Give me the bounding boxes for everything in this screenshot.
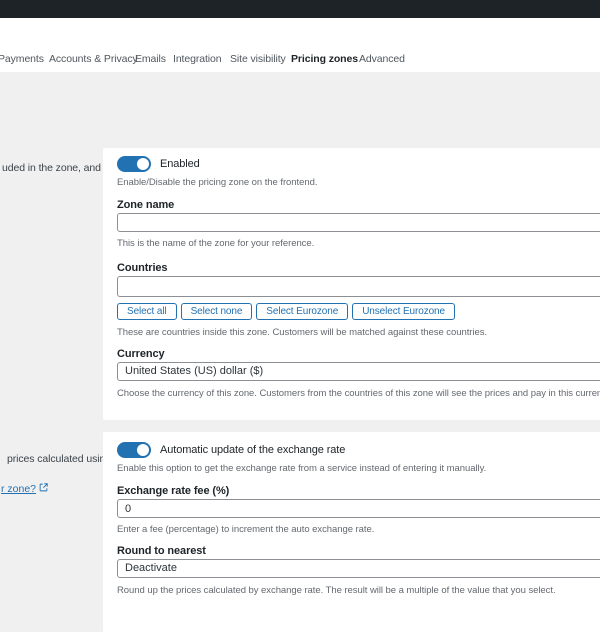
tab-site-visibility[interactable]: Site visibility xyxy=(230,53,286,72)
enabled-toggle[interactable] xyxy=(117,156,151,172)
currency-select[interactable]: United States (US) dollar ($) xyxy=(117,362,600,381)
help-link-label: r zone? xyxy=(1,483,37,495)
auto-update-toggle-label: Automatic update of the exchange rate xyxy=(160,444,346,456)
countries-buttons-row: Select all Select none Select Eurozone U… xyxy=(117,303,600,320)
select-all-button[interactable]: Select all xyxy=(117,303,177,320)
tab-emails[interactable]: Emails xyxy=(135,53,166,72)
countries-input[interactable] xyxy=(117,276,600,297)
tab-accounts-privacy[interactable]: Accounts & Privacy xyxy=(49,53,138,72)
round-to-nearest-label: Round to nearest xyxy=(117,545,206,557)
tab-advanced[interactable]: Advanced xyxy=(359,53,405,72)
unselect-eurozone-button[interactable]: Unselect Eurozone xyxy=(352,303,455,320)
exchange-rate-fee-input[interactable] xyxy=(117,499,600,518)
external-link-icon xyxy=(39,483,48,495)
zone-name-input[interactable] xyxy=(117,213,600,232)
exchange-rate-fee-description: Enter a fee (percentage) to increment th… xyxy=(117,524,375,535)
exchange-rate-fee-label: Exchange rate fee (%) xyxy=(117,485,230,497)
enabled-toggle-row: Enabled xyxy=(117,156,600,172)
exchange-section-description-fragment: prices calculated using xyxy=(7,453,111,465)
select-none-button[interactable]: Select none xyxy=(180,303,253,320)
select-eurozone-button[interactable]: Select Eurozone xyxy=(256,303,349,320)
settings-tabs-bar: Payments Accounts & Privacy Emails Integ… xyxy=(0,18,600,75)
countries-description: These are countries inside this zone. Cu… xyxy=(117,327,487,338)
round-to-nearest-description: Round up the prices calculated by exchan… xyxy=(117,585,556,596)
auto-update-toggle-row: Automatic update of the exchange rate xyxy=(117,442,600,458)
enabled-toggle-label: Enabled xyxy=(160,158,200,170)
pricing-zone-card: Enabled Enable/Disable the pricing zone … xyxy=(103,148,600,420)
currency-description: Choose the currency of this zone. Custom… xyxy=(117,388,600,399)
round-to-nearest-select[interactable]: Deactivate xyxy=(117,559,600,578)
exchange-rate-card: Automatic update of the exchange rate En… xyxy=(103,432,600,632)
zone-name-label: Zone name xyxy=(117,199,175,211)
admin-bar xyxy=(0,0,600,18)
zone-section-description-fragment: uded in the zone, and xyxy=(2,162,101,174)
zone-name-description: This is the name of the zone for your re… xyxy=(117,238,315,249)
countries-label: Countries xyxy=(117,262,168,274)
auto-update-description: Enable this option to get the exchange r… xyxy=(117,463,487,474)
help-link[interactable]: r zone? xyxy=(1,483,48,495)
tab-integration[interactable]: Integration xyxy=(173,53,222,72)
currency-label: Currency xyxy=(117,348,165,360)
enabled-description: Enable/Disable the pricing zone on the f… xyxy=(117,177,318,188)
tab-payments[interactable]: Payments xyxy=(0,53,44,72)
auto-update-toggle[interactable] xyxy=(117,442,151,458)
